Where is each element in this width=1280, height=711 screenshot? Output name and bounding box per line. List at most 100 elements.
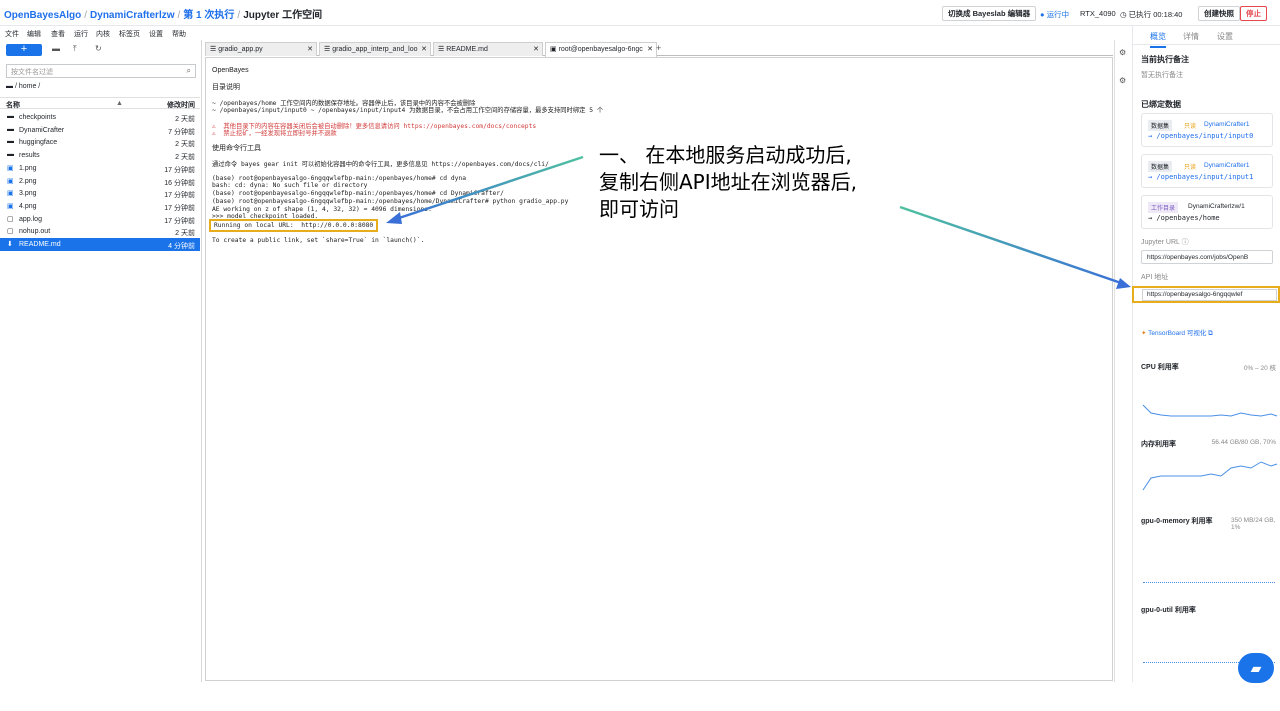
tab-gradio-interp[interactable]: ☰ gradio_app_interp_and_loo ✕ — [319, 42, 431, 56]
term-line: (base) root@openbayesalgo-6ngqqwlefbp-ma… — [212, 198, 569, 205]
memory-metric-title: 内存利用率 — [1141, 441, 1176, 448]
menu-edit[interactable]: 编辑 — [27, 29, 41, 39]
folder-icon: ▬ — [7, 151, 14, 159]
file-row[interactable]: ▬ DynamiCrafter 7 分钟前 — [0, 124, 200, 137]
running-status: ● 运行中 — [1040, 9, 1069, 20]
switch-editor-button[interactable]: 切换成 Bayeslab 编辑器 — [942, 6, 1037, 21]
close-icon[interactable]: ✕ — [421, 43, 427, 56]
annotation-line: 复制右侧API地址在浏览器后, — [599, 170, 857, 194]
gpu-memory-metric-title: gpu-0-memory 利用率 — [1141, 518, 1213, 525]
tab-overview[interactable]: 概览 — [1150, 31, 1166, 48]
menu-tabs[interactable]: 标签页 — [119, 29, 140, 39]
tab-readme[interactable]: ☰ README.md ✕ — [433, 42, 543, 56]
info-icon: ⓘ — [1181, 239, 1189, 246]
dataset-link[interactable]: DynamiCrafter1 — [1204, 121, 1250, 128]
file-row[interactable]: ▣ 1.png 17 分钟前 — [0, 162, 200, 175]
file-row[interactable]: ▣ 4.png 17 分钟前 — [0, 200, 200, 213]
mount-path: → /openbayes/input/input0 — [1148, 132, 1254, 140]
menu-file[interactable]: 文件 — [5, 29, 19, 39]
readonly-badge: 只读 — [1184, 124, 1197, 130]
api-url-field[interactable]: https://openbayesalgo-6ngqqwlef — [1132, 286, 1280, 303]
sort-icon[interactable]: ▲ — [116, 100, 123, 107]
note-empty: 暂无执行备注 — [1141, 72, 1183, 79]
file-row[interactable]: ▬ results 2 天前 — [0, 149, 200, 162]
dataset-link[interactable]: DynamiCrafter1 — [1204, 162, 1250, 169]
crumb-run[interactable]: 第 1 次执行 — [183, 10, 234, 21]
file-row[interactable]: ▢ nohup.out 2 天前 — [0, 225, 200, 238]
file-list-header: 名称 ▲ 修改时间 — [0, 97, 200, 109]
file-icon: ▢ — [7, 228, 14, 236]
menu-kernel[interactable]: 内核 — [96, 29, 110, 39]
menu-bar: 文件 编辑 查看 运行 内核 标签页 设置 帮助 — [0, 26, 1132, 40]
file-name: app.log — [19, 215, 42, 223]
file-time: 17 分钟前 — [164, 192, 195, 200]
tab-gradio-app[interactable]: ☰ gradio_app.py ✕ — [205, 42, 317, 56]
close-icon[interactable]: ✕ — [533, 43, 539, 56]
stop-button[interactable]: 停止 — [1240, 6, 1267, 21]
current-path[interactable]: ▬ / home / — [6, 83, 40, 90]
chat-button[interactable]: ▰ — [1238, 653, 1274, 683]
markdown-icon: ⬇ — [7, 241, 13, 248]
crumb-sep: / — [84, 10, 88, 21]
term-line: (base) root@openbayesalgo-6ngqqwlefbp-ma… — [212, 175, 467, 182]
annotation-line: 即可访问 — [599, 197, 679, 221]
terminal-icon: ▣ — [550, 46, 557, 53]
crumb-project[interactable]: DynamiCrafterlzw — [90, 10, 174, 21]
dataset-badge: 数据集 — [1148, 161, 1173, 172]
tensorboard-label: TensorBoard 可视化 — [1148, 330, 1207, 337]
file-row[interactable]: ▢ app.log 17 分钟前 — [0, 213, 200, 226]
folder-icon: ▬ — [7, 125, 14, 133]
tab-settings[interactable]: 设置 — [1217, 31, 1233, 42]
jupyter-url-label: Jupyter URL ⓘ — [1141, 237, 1189, 247]
side-rail: ⚙ ⚙ — [1114, 40, 1132, 682]
close-icon[interactable]: ✕ — [647, 43, 653, 56]
col-name[interactable]: 名称 — [6, 100, 20, 110]
file-row[interactable]: ⬇ README.md 4 分钟前 — [0, 238, 200, 251]
tab-details[interactable]: 详情 — [1183, 31, 1199, 42]
file-time: 2 天前 — [175, 154, 195, 162]
snapshot-button[interactable]: 创建快照 — [1198, 6, 1240, 21]
gpu-label: RTX_4090 — [1080, 9, 1116, 18]
file-name: DynamiCrafter — [19, 126, 65, 134]
new-folder-icon[interactable]: ▬ — [52, 44, 60, 53]
file-filter-input[interactable]: 按文件名过滤 ⌕ — [6, 64, 196, 78]
file-row[interactable]: ▣ 2.png 16 分钟前 — [0, 175, 200, 188]
annotation-note: 一、 在本地服务启动成功后, 复制右侧API地址在浏览器后, 即可访问 — [599, 142, 857, 223]
folder-icon: ▬ — [6, 83, 13, 90]
menu-settings[interactable]: 设置 — [149, 29, 163, 39]
new-launcher-button[interactable]: + — [6, 44, 42, 56]
local-url-highlight: Running on local URL: http://0.0.0.0:808… — [209, 219, 379, 232]
extension-icon[interactable]: ⚙ — [1119, 48, 1126, 57]
panel-divider[interactable] — [201, 40, 202, 682]
crumb-org[interactable]: OpenBayesAlgo — [4, 10, 81, 21]
menu-help[interactable]: 帮助 — [172, 29, 186, 39]
file-name: 4.png — [19, 202, 37, 210]
file-row[interactable]: ▬ checkpoints 2 天前 — [0, 111, 200, 124]
refresh-icon[interactable]: ↻ — [95, 44, 102, 53]
binding-card[interactable]: 数据集 只读 DynamiCrafter1 → /openbayes/input… — [1141, 113, 1273, 147]
binding-card[interactable]: 工作目录 DynamiCrafterlzw/1 → /openbayes/hom… — [1141, 195, 1273, 229]
term-line: (base) root@openbayesalgo-6ngqqwlefbp-ma… — [212, 190, 504, 197]
gear-icon[interactable]: ⚙ — [1119, 76, 1126, 85]
chat-icon: ▰ — [1250, 660, 1262, 676]
api-url-text: https://openbayesalgo-6ngqqwlef — [1147, 291, 1243, 298]
file-row[interactable]: ▣ 3.png 17 分钟前 — [0, 187, 200, 200]
close-icon[interactable]: ✕ — [307, 43, 313, 56]
term-line: 使用命令行工具 — [212, 145, 261, 152]
tab-label: gradio_app.py — [218, 46, 263, 53]
file-row[interactable]: ▬ huggingface 2 天前 — [0, 136, 200, 149]
tensorboard-link[interactable]: ✦ TensorBoard 可视化 ⧉ — [1141, 327, 1213, 338]
menu-run[interactable]: 运行 — [74, 29, 88, 39]
menu-view[interactable]: 查看 — [51, 29, 65, 39]
gpu-memory-metric-value: 350 MB/24 GB, 1% — [1231, 517, 1276, 531]
cpu-metric-value: 0% – 20 核 — [1243, 365, 1276, 372]
breadcrumb: OpenBayesAlgo / DynamiCrafterlzw / 第 1 次执行 / J… — [4, 6, 322, 21]
tab-terminal[interactable]: ▣ root@openbayesalgo-6ngc ✕ — [545, 42, 657, 57]
jupyter-url-field[interactable]: https://openbayes.com/jobs/OpenB — [1141, 250, 1273, 264]
status-dot-icon: ● — [1040, 10, 1045, 19]
binding-card[interactable]: 数据集 只读 DynamiCrafter1 → /openbayes/input… — [1141, 154, 1273, 188]
upload-icon[interactable]: ⤒ — [73, 44, 77, 54]
add-tab-icon[interactable]: + — [656, 43, 661, 53]
status-label: 运行中 — [1046, 10, 1070, 19]
col-time[interactable]: 修改时间 — [167, 100, 195, 110]
